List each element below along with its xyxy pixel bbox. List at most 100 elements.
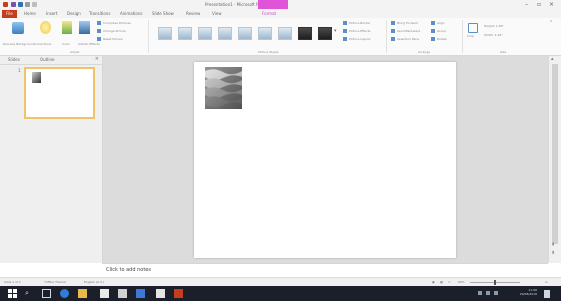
send-backward-label[interactable]: Send Backward: [397, 29, 420, 33]
redo-icon[interactable]: [25, 2, 30, 7]
file-explorer-icon[interactable]: [78, 289, 87, 298]
color-icon[interactable]: [62, 21, 72, 34]
notes-pane[interactable]: Click to add notes: [102, 263, 548, 278]
scroll-up-icon[interactable]: ▴: [551, 56, 554, 62]
reset-picture-icon[interactable]: [97, 37, 101, 41]
compress-pictures-icon[interactable]: [97, 21, 101, 25]
task-view-icon[interactable]: [42, 289, 51, 298]
change-picture-icon[interactable]: [97, 29, 101, 33]
taskbar-app-icon[interactable]: [118, 289, 127, 298]
tray-icon[interactable]: [478, 291, 482, 295]
tab-design[interactable]: Design: [67, 11, 81, 16]
store-icon[interactable]: [100, 289, 109, 298]
tab-home[interactable]: Home: [24, 11, 36, 16]
send-backward-icon[interactable]: [391, 29, 395, 33]
language-indicator[interactable]: English (U.S.): [84, 280, 104, 284]
next-slide-icon[interactable]: ⇟: [551, 250, 555, 256]
notifications-icon[interactable]: [544, 290, 550, 298]
volume-icon[interactable]: [494, 291, 498, 295]
picture-style-thumb[interactable]: [238, 27, 252, 40]
undo-icon[interactable]: [18, 2, 23, 7]
width-field[interactable]: Width: 1.45": [484, 33, 503, 37]
minimize-icon[interactable]: –: [525, 1, 528, 8]
tab-review[interactable]: Review: [186, 11, 200, 16]
customize-qat-icon[interactable]: [32, 2, 37, 7]
reset-picture-label[interactable]: Reset Picture: [103, 37, 123, 41]
picture-layout-icon[interactable]: [343, 37, 347, 41]
remove-background-label[interactable]: Remove Background: [3, 42, 34, 46]
scroll-thumb[interactable]: [552, 64, 558, 244]
picture-style-thumb[interactable]: [178, 27, 192, 40]
picture-effects-icon[interactable]: [343, 29, 347, 33]
picture-style-thumb[interactable]: [278, 27, 292, 40]
zoom-level[interactable]: 69%: [458, 280, 465, 284]
gallery-more-icon[interactable]: ▾: [334, 28, 337, 34]
vertical-scrollbar[interactable]: ▴ ⇞ ⇟: [548, 56, 561, 263]
height-field[interactable]: Height: 1.83": [484, 24, 504, 28]
artistic-effects-icon[interactable]: [79, 21, 90, 34]
picture-style-thumb[interactable]: [198, 27, 212, 40]
tab-outline[interactable]: Outline: [40, 57, 54, 62]
reading-view-icon[interactable]: ▭: [448, 280, 451, 284]
corrections-icon[interactable]: [40, 21, 51, 34]
network-icon[interactable]: [486, 291, 490, 295]
selection-pane-icon[interactable]: [391, 37, 395, 41]
group-label[interactable]: Group: [437, 29, 446, 33]
close-pane-icon[interactable]: ×: [95, 56, 99, 62]
powerpoint-taskbar-icon[interactable]: [174, 289, 183, 298]
tab-file[interactable]: File: [2, 10, 17, 18]
align-label[interactable]: Align: [437, 21, 445, 25]
fit-slide-icon[interactable]: ⊡: [545, 280, 548, 284]
crop-label[interactable]: Crop: [467, 34, 474, 38]
taskbar-clock[interactable]: 11:06 29/08/2016: [520, 288, 537, 296]
title-bar: Presentation1 - Microsoft PowerPoint – ▫…: [0, 0, 561, 9]
artistic-effects-label[interactable]: Artistic Effects: [78, 42, 100, 46]
group-icon[interactable]: [431, 29, 435, 33]
collapse-ribbon-icon[interactable]: ⌃: [549, 20, 553, 26]
previous-slide-icon[interactable]: ⇞: [551, 242, 555, 248]
close-icon[interactable]: ×: [549, 1, 554, 8]
taskbar-app-icon[interactable]: [136, 289, 145, 298]
tab-slide-show[interactable]: Slide Show: [152, 11, 174, 16]
tab-insert[interactable]: Insert: [46, 11, 57, 16]
zoom-slider-thumb[interactable]: [494, 280, 496, 285]
picture-effects-label[interactable]: Picture Effects: [349, 29, 370, 33]
bring-forward-label[interactable]: Bring Forward: [397, 21, 418, 25]
normal-view-icon[interactable]: ▣: [432, 280, 435, 284]
tab-transitions[interactable]: Transitions: [89, 11, 110, 16]
slide-canvas[interactable]: [194, 62, 456, 258]
crop-icon[interactable]: [468, 23, 478, 33]
change-picture-label[interactable]: Change Picture: [103, 29, 126, 33]
tab-slides[interactable]: Slides: [8, 57, 20, 62]
selection-pane-label[interactable]: Selection Pane: [397, 37, 419, 41]
notes-placeholder[interactable]: Click to add notes: [106, 267, 151, 273]
picture-layout-label[interactable]: Picture Layout: [349, 37, 370, 41]
picture-style-thumb[interactable]: [258, 27, 272, 40]
search-icon[interactable]: ⌕: [25, 289, 34, 298]
taskbar-app-icon[interactable]: [156, 289, 165, 298]
inserted-picture[interactable]: [205, 67, 242, 109]
picture-border-label[interactable]: Picture Border: [349, 21, 370, 25]
corrections-label[interactable]: Corrections: [34, 42, 51, 46]
restore-icon[interactable]: ▫: [537, 1, 541, 8]
windows-start-icon[interactable]: [8, 289, 17, 298]
bring-forward-icon[interactable]: [391, 21, 395, 25]
picture-style-thumb[interactable]: [298, 27, 312, 40]
picture-style-thumb[interactable]: [158, 27, 172, 40]
rotate-icon[interactable]: [431, 37, 435, 41]
tab-format[interactable]: Format: [262, 11, 276, 16]
align-icon[interactable]: [431, 21, 435, 25]
slide-sorter-icon[interactable]: ▦: [440, 280, 443, 284]
rotate-label[interactable]: Rotate: [437, 37, 447, 41]
tab-view[interactable]: View: [212, 11, 222, 16]
remove-background-icon[interactable]: [12, 22, 24, 34]
compress-pictures-label[interactable]: Compress Pictures: [103, 21, 131, 25]
picture-style-thumb[interactable]: [218, 27, 232, 40]
picture-style-thumb[interactable]: [318, 27, 332, 40]
picture-border-icon[interactable]: [343, 21, 347, 25]
tab-animations[interactable]: Animations: [120, 11, 142, 16]
edge-browser-icon[interactable]: [60, 289, 69, 298]
color-label[interactable]: Color: [62, 42, 70, 46]
slide-thumbnail[interactable]: [24, 67, 95, 119]
save-icon[interactable]: [11, 2, 16, 7]
